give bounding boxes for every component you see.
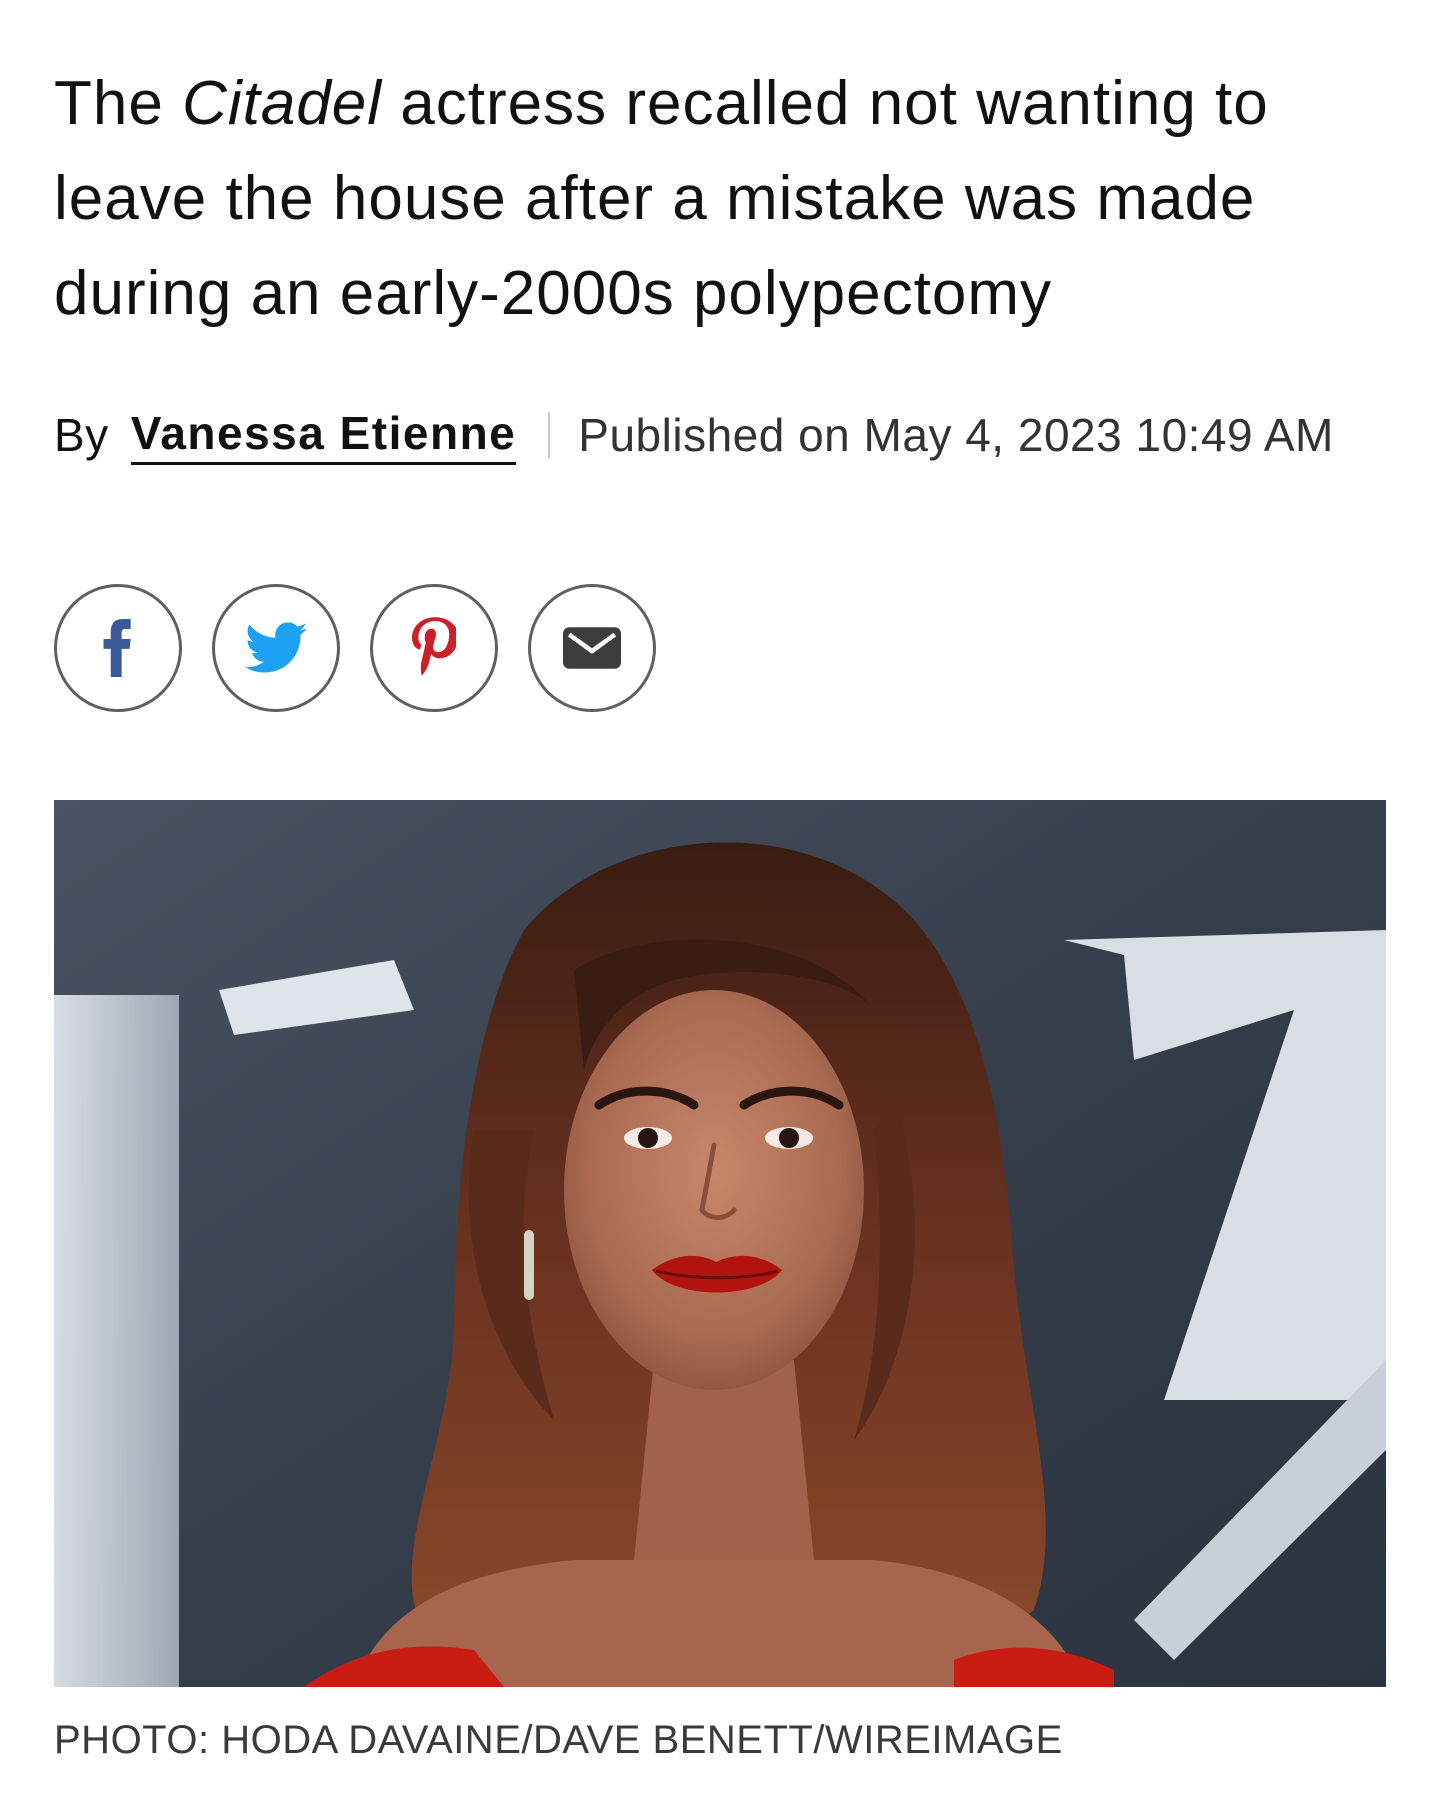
facebook-icon: [103, 619, 131, 677]
twitter-icon: [245, 622, 307, 673]
dek-text-start: The: [54, 69, 183, 138]
article-dek: The Citadel actress recalled not wanting…: [54, 56, 1394, 341]
share-bar: [54, 584, 656, 712]
author-link[interactable]: Vanessa Etienne: [130, 406, 517, 465]
twitter-share-button[interactable]: [212, 584, 340, 712]
byline-divider: [548, 412, 551, 458]
byline: By Vanessa Etienne Published on May 4, 2…: [54, 405, 1334, 465]
email-icon: [563, 627, 621, 669]
email-share-button[interactable]: [528, 584, 656, 712]
byline-prefix: By: [54, 409, 109, 461]
portrait-image: [54, 800, 1386, 1687]
pinterest-icon: [412, 617, 456, 676]
article-photo: [54, 800, 1386, 1687]
pinterest-share-button[interactable]: [370, 584, 498, 712]
facebook-share-button[interactable]: [54, 584, 182, 712]
publish-date: Published on May 4, 2023 10:49 AM: [578, 409, 1334, 461]
photo-credit: PHOTO: HODA DAVAINE/DAVE BENETT/WIREIMAG…: [54, 1718, 1063, 1762]
dek-show-title: Citadel: [182, 69, 383, 138]
